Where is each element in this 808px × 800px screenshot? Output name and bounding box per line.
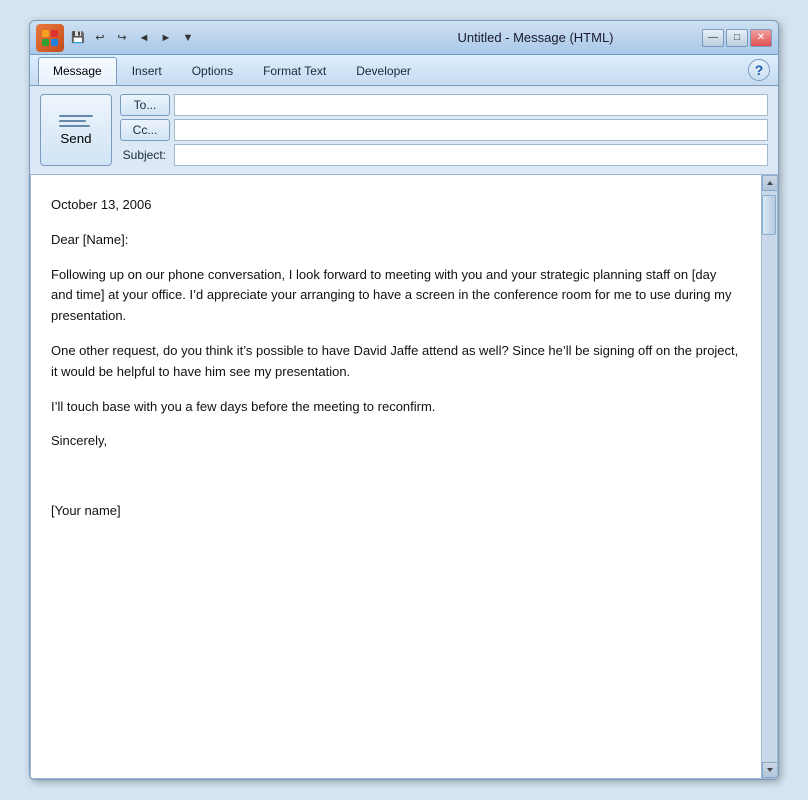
- scroll-thumb-area[interactable]: [762, 191, 777, 762]
- email-signature: [Your name]: [51, 501, 741, 522]
- help-button[interactable]: ?: [748, 59, 770, 81]
- main-window: 💾 ↩ ↪ ◄ ► ▼ Untitled - Message (HTML) — …: [29, 20, 779, 780]
- cc-input[interactable]: [174, 119, 768, 141]
- email-greeting: Dear [Name]:: [51, 230, 741, 251]
- minimize-button[interactable]: —: [702, 29, 724, 47]
- tab-options[interactable]: Options: [177, 57, 248, 85]
- to-input[interactable]: [174, 94, 768, 116]
- dropdown-quick-btn[interactable]: ▼: [178, 28, 198, 48]
- to-row: To...: [120, 94, 768, 116]
- subject-input[interactable]: [174, 144, 768, 166]
- send-button[interactable]: Send: [40, 94, 112, 166]
- scroll-bottom-icon[interactable]: [762, 762, 778, 778]
- back-quick-btn[interactable]: ◄: [134, 28, 154, 48]
- email-form-inner: Send To... Cc... Subject:: [40, 94, 768, 166]
- redo-quick-btn[interactable]: ↪: [112, 28, 132, 48]
- tab-message[interactable]: Message: [38, 57, 117, 85]
- office-logo: [36, 24, 64, 52]
- email-date: October 13, 2006: [51, 195, 741, 216]
- send-icon-line3: [59, 125, 90, 127]
- subject-label: Subject:: [120, 148, 170, 162]
- email-paragraph1: Following up on our phone conversation, …: [51, 265, 741, 327]
- fields-area: To... Cc... Subject:: [120, 94, 768, 166]
- title-bar-left: 💾 ↩ ↪ ◄ ► ▼: [36, 24, 369, 52]
- save-quick-btn[interactable]: 💾: [68, 28, 88, 48]
- cc-row: Cc...: [120, 119, 768, 141]
- subject-row: Subject:: [120, 144, 768, 166]
- scrollbar[interactable]: [761, 175, 777, 778]
- email-paragraph3: I’ll touch base with you a few days befo…: [51, 397, 741, 418]
- forward-quick-btn[interactable]: ►: [156, 28, 176, 48]
- email-blank-line: [51, 466, 741, 487]
- scroll-thumb[interactable]: [762, 195, 776, 235]
- window-controls: — □ ✕: [702, 29, 772, 47]
- quick-access-bar: 💾 ↩ ↪ ◄ ► ▼: [68, 28, 198, 48]
- send-icon-line1: [59, 115, 93, 117]
- undo-quick-btn[interactable]: ↩: [90, 28, 110, 48]
- restore-button[interactable]: □: [726, 29, 748, 47]
- send-icon: [59, 115, 93, 127]
- title-bar: 💾 ↩ ↪ ◄ ► ▼ Untitled - Message (HTML) — …: [30, 21, 778, 55]
- tab-developer[interactable]: Developer: [341, 57, 426, 85]
- send-icon-line2: [59, 120, 86, 122]
- close-button[interactable]: ✕: [750, 29, 772, 47]
- email-closing: Sincerely,: [51, 431, 741, 452]
- tab-insert[interactable]: Insert: [117, 57, 177, 85]
- cc-button[interactable]: Cc...: [120, 119, 170, 141]
- ribbon: Message Insert Options Format Text Devel…: [30, 55, 778, 86]
- email-form: Send To... Cc... Subject:: [30, 86, 778, 175]
- email-body-wrapper: October 13, 2006 Dear [Name]: Following …: [30, 175, 778, 779]
- ribbon-tabs: Message Insert Options Format Text Devel…: [30, 55, 778, 85]
- send-button-label: Send: [60, 131, 91, 146]
- to-button[interactable]: To...: [120, 94, 170, 116]
- email-body[interactable]: October 13, 2006 Dear [Name]: Following …: [31, 175, 761, 778]
- email-paragraph2: One other request, do you think it’s pos…: [51, 341, 741, 383]
- window-title: Untitled - Message (HTML): [369, 30, 702, 45]
- scroll-top-icon[interactable]: [762, 175, 778, 191]
- tab-format-text[interactable]: Format Text: [248, 57, 341, 85]
